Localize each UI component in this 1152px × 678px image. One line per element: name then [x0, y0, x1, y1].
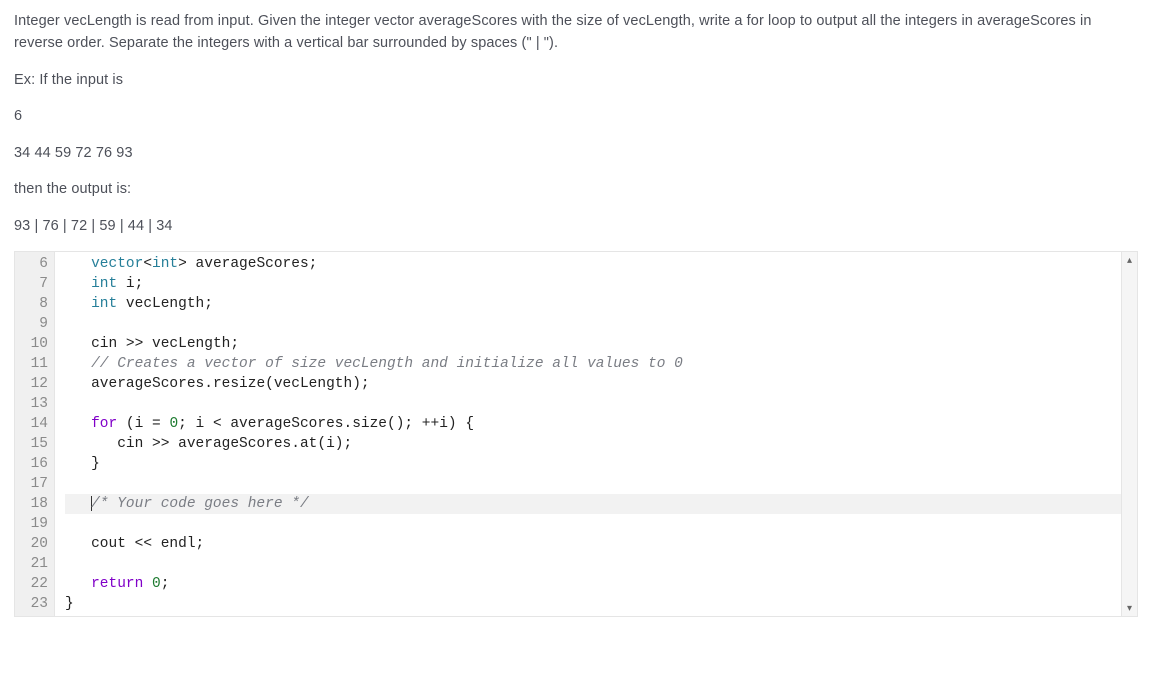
code-line[interactable]: averageScores.resize(vecLength);	[65, 374, 1131, 394]
line-number: 22	[25, 574, 48, 594]
line-number: 9	[25, 314, 48, 334]
code-line[interactable]: for (i = 0; i < averageScores.size(); ++…	[65, 414, 1131, 434]
code-line[interactable]: }	[65, 594, 1131, 614]
code-line[interactable]: int vecLength;	[65, 294, 1131, 314]
then-label: then the output is:	[14, 178, 1138, 200]
code-line[interactable]: // Creates a vector of size vecLength an…	[65, 354, 1131, 374]
line-number: 16	[25, 454, 48, 474]
line-number: 13	[25, 394, 48, 414]
code-line[interactable]: cin >> averageScores.at(i);	[65, 434, 1131, 454]
code-line[interactable]	[65, 314, 1131, 334]
line-number: 15	[25, 434, 48, 454]
code-line[interactable]	[65, 394, 1131, 414]
code-line[interactable]: /* Your code goes here */	[65, 494, 1131, 514]
line-number: 17	[25, 474, 48, 494]
line-number: 8	[25, 294, 48, 314]
line-number: 7	[25, 274, 48, 294]
code-line[interactable]: vector<int> averageScores;	[65, 254, 1131, 274]
code-line[interactable]	[65, 514, 1131, 534]
line-number: 21	[25, 554, 48, 574]
line-number-gutter: 67891011121314151617181920212223	[15, 252, 55, 616]
line-number: 19	[25, 514, 48, 534]
code-line[interactable]: int i;	[65, 274, 1131, 294]
line-number: 23	[25, 594, 48, 614]
line-number: 6	[25, 254, 48, 274]
example-input-line-2: 34 44 59 72 76 93	[14, 142, 1138, 164]
code-line[interactable]	[65, 554, 1131, 574]
line-number: 18	[25, 494, 48, 514]
code-editor[interactable]: 67891011121314151617181920212223 vector<…	[14, 251, 1138, 617]
example-label: Ex: If the input is	[14, 69, 1138, 91]
scroll-down-button[interactable]: ▾	[1122, 600, 1137, 616]
arrow-down-icon: ▾	[1127, 601, 1132, 617]
example-input-line-1: 6	[14, 105, 1138, 127]
code-line[interactable]: return 0;	[65, 574, 1131, 594]
editor-scrollbar[interactable]: ▴ ▾	[1121, 252, 1137, 616]
arrow-up-icon: ▴	[1127, 253, 1132, 269]
line-number: 10	[25, 334, 48, 354]
scroll-track[interactable]	[1122, 268, 1137, 600]
problem-statement: Integer vecLength is read from input. Gi…	[14, 10, 1138, 237]
example-output: 93 | 76 | 72 | 59 | 44 | 34	[14, 215, 1138, 237]
code-area[interactable]: vector<int> averageScores; int i; int ve…	[55, 252, 1137, 616]
code-line[interactable]	[65, 474, 1131, 494]
code-line[interactable]: }	[65, 454, 1131, 474]
line-number: 14	[25, 414, 48, 434]
code-line[interactable]: cout << endl;	[65, 534, 1131, 554]
line-number: 20	[25, 534, 48, 554]
line-number: 11	[25, 354, 48, 374]
problem-paragraph: Integer vecLength is read from input. Gi…	[14, 10, 1138, 55]
scroll-up-button[interactable]: ▴	[1122, 252, 1137, 268]
code-line[interactable]: cin >> vecLength;	[65, 334, 1131, 354]
line-number: 12	[25, 374, 48, 394]
